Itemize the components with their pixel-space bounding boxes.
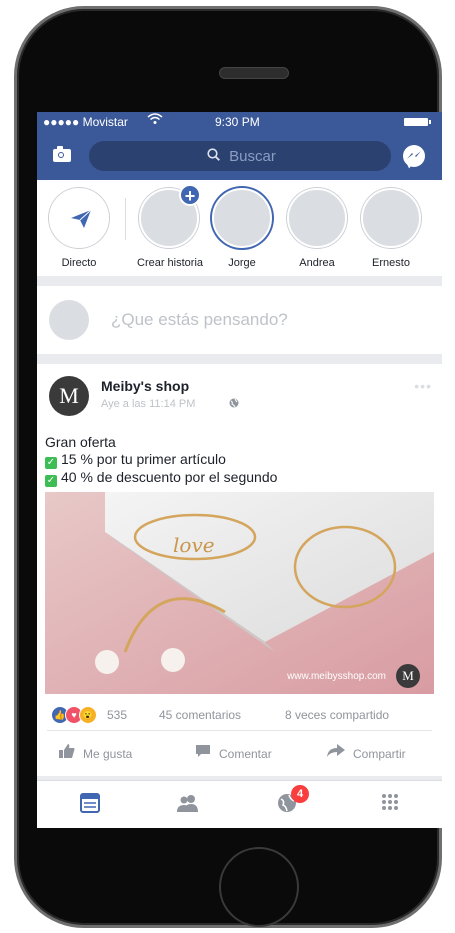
battery-icon bbox=[404, 118, 431, 126]
notification-badge: 4 bbox=[291, 785, 309, 803]
bottom-tab-bar: 4 bbox=[37, 780, 442, 828]
share-count[interactable]: 8 veces compartido bbox=[285, 708, 389, 722]
post-text: Gran oferta ✓ 15 % por tu primer artículo… bbox=[45, 434, 277, 487]
check-icon: ✓ bbox=[45, 475, 57, 487]
app-screen: ●●●●● Movistar 9:30 PM Buscar Directo + … bbox=[37, 112, 442, 828]
reaction-count: 535 bbox=[107, 708, 128, 722]
stories-divider bbox=[125, 198, 126, 240]
more-options-icon[interactable]: ••• bbox=[414, 378, 432, 394]
home-button[interactable] bbox=[219, 847, 299, 927]
news-feed-icon[interactable] bbox=[80, 793, 100, 818]
top-navbar: Buscar bbox=[37, 132, 442, 180]
camera-icon[interactable] bbox=[53, 146, 71, 162]
wow-reaction-icon: 😮 bbox=[79, 706, 97, 724]
story-label: Ernesto bbox=[372, 257, 410, 269]
like-label: Me gusta bbox=[83, 747, 133, 761]
friends-icon[interactable] bbox=[176, 793, 200, 818]
messenger-icon[interactable] bbox=[403, 145, 425, 167]
post-line: 15 % por tu primer artículo bbox=[61, 451, 226, 467]
story-jorge[interactable]: Jorge bbox=[210, 188, 274, 269]
story-label: Andrea bbox=[299, 257, 335, 269]
post-author[interactable]: Meiby's shop bbox=[101, 378, 189, 394]
globe-icon bbox=[229, 398, 239, 411]
post-image[interactable]: love www.meibysshop.com M bbox=[45, 492, 434, 694]
comment-icon bbox=[195, 744, 211, 761]
post-line: Gran oferta bbox=[45, 434, 116, 450]
share-button[interactable]: Compartir bbox=[327, 744, 406, 761]
story-label: Directo bbox=[61, 257, 97, 269]
like-button[interactable]: Me gusta bbox=[59, 744, 132, 761]
share-arrow-icon bbox=[327, 744, 345, 761]
thumbs-up-icon bbox=[59, 744, 75, 761]
search-bar[interactable]: Buscar bbox=[89, 141, 391, 171]
actions-divider bbox=[47, 730, 432, 731]
post-composer[interactable]: ¿Que estás pensando? bbox=[37, 286, 442, 354]
feed-post: M Meiby's shop Aye a las 11:14 PM ••• Gr… bbox=[37, 364, 442, 776]
bracelet-love-word: love bbox=[173, 533, 215, 557]
post-line-item: ✓ 40 % de descuento por el segundo bbox=[45, 469, 277, 487]
story-directo[interactable]: Directo bbox=[47, 188, 111, 269]
search-placeholder: Buscar bbox=[229, 148, 276, 165]
story-andrea[interactable]: Andrea bbox=[285, 188, 349, 269]
post-line: 40 % de descuento por el segundo bbox=[61, 469, 278, 485]
story-crear-historia[interactable]: + Crear historia bbox=[137, 184, 204, 269]
carrier-label: ●●●●● Movistar bbox=[43, 115, 128, 129]
watermark-logo: M bbox=[396, 664, 420, 688]
stories-tray: Directo + Crear historia Jorge Andrea Er… bbox=[37, 180, 442, 276]
story-ernesto[interactable]: Ernesto bbox=[359, 188, 423, 269]
plus-icon[interactable]: + bbox=[179, 184, 201, 206]
comment-label: Comentar bbox=[219, 747, 272, 761]
post-line-item: ✓ 15 % por tu primer artículo bbox=[45, 451, 277, 469]
image-watermark: www.meibysshop.com bbox=[287, 671, 386, 682]
search-icon bbox=[207, 148, 224, 165]
avatar bbox=[49, 300, 89, 340]
page-avatar[interactable]: M bbox=[49, 376, 89, 416]
comment-count[interactable]: 45 comentarios bbox=[159, 708, 241, 722]
phone-speaker bbox=[219, 67, 289, 79]
status-bar: ●●●●● Movistar 9:30 PM bbox=[37, 112, 442, 132]
comment-button[interactable]: Comentar bbox=[195, 744, 272, 761]
post-timestamp[interactable]: Aye a las 11:14 PM bbox=[101, 398, 195, 410]
story-label: Jorge bbox=[228, 257, 256, 269]
story-label: Crear historia bbox=[137, 257, 204, 269]
wifi-icon bbox=[147, 113, 163, 128]
paper-plane-icon bbox=[71, 209, 92, 233]
status-time: 9:30 PM bbox=[215, 115, 260, 129]
share-label: Compartir bbox=[353, 747, 406, 761]
check-icon: ✓ bbox=[45, 457, 57, 469]
menu-grid-icon[interactable] bbox=[381, 793, 399, 816]
composer-placeholder[interactable]: ¿Que estás pensando? bbox=[111, 310, 288, 330]
